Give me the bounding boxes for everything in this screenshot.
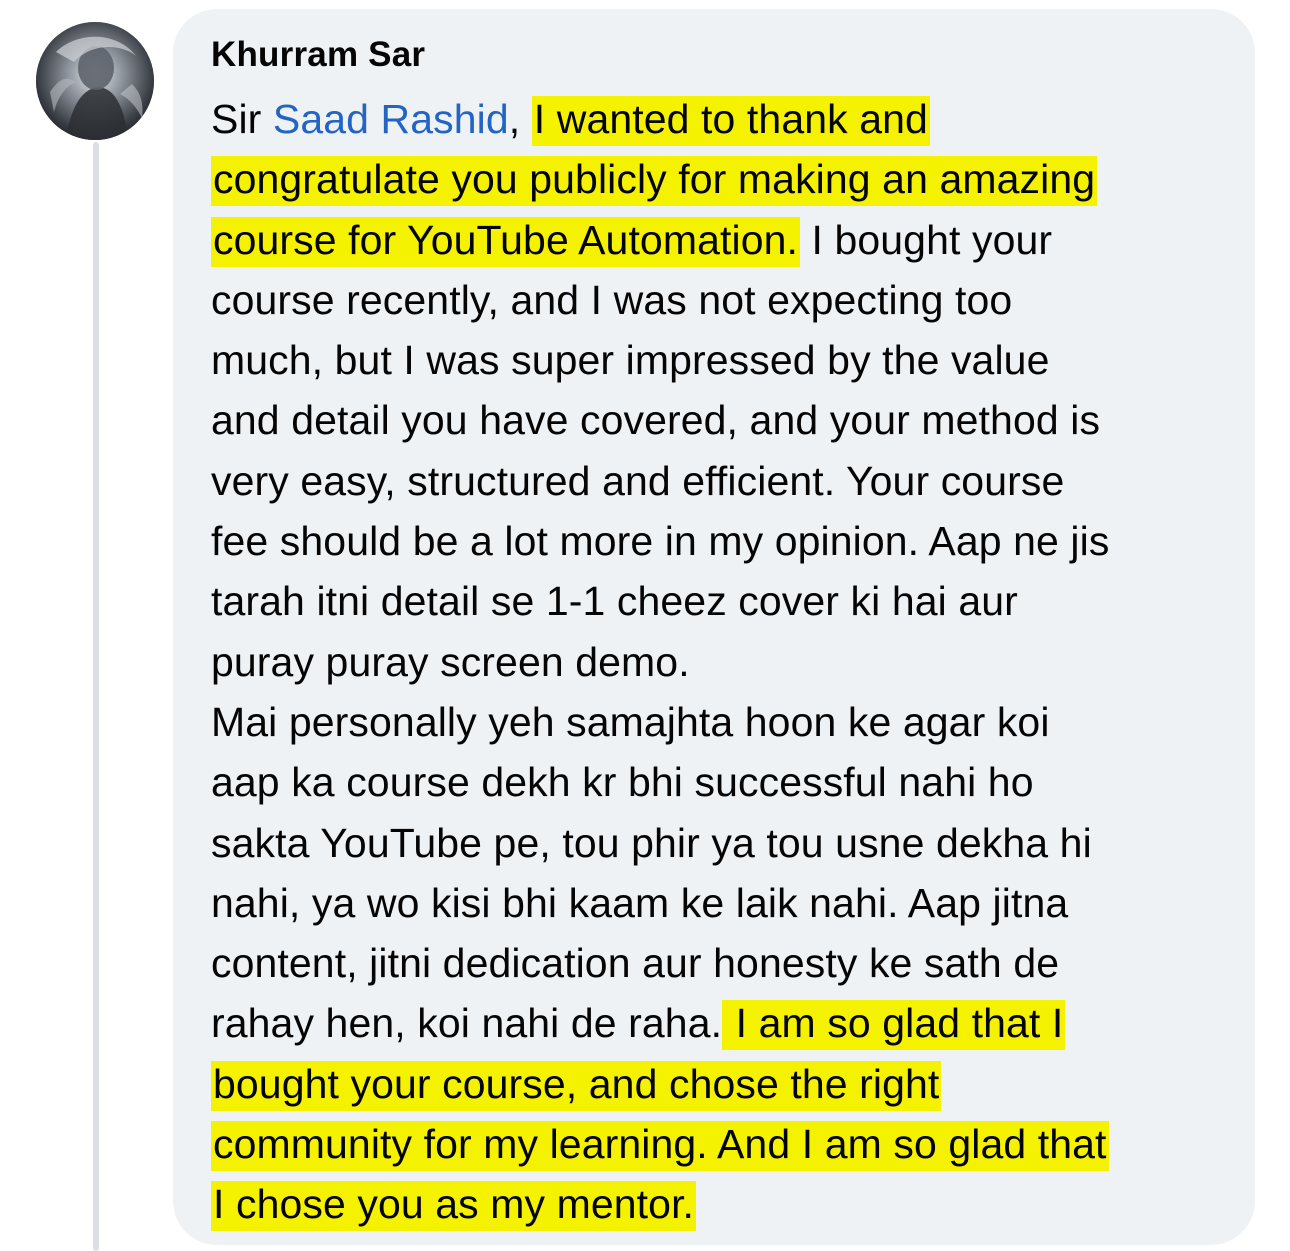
comment-text-segment: course recently, and I was not expecting… (211, 276, 1013, 323)
comment-line: community for my learning. And I am so g… (211, 1114, 1231, 1174)
comment-line: and detail you have covered, and your me… (211, 390, 1231, 450)
comment-line: fee should be a lot more in my opinion. … (211, 511, 1231, 571)
comment-line: congratulate you publicly for making an … (211, 149, 1231, 209)
comment-line: Mai personally yeh samajhta hoon ke agar… (211, 692, 1231, 752)
comment-line: rahay hen, koi nahi de raha. I am so gla… (211, 993, 1231, 1053)
comment-text-segment: and detail you have covered, and your me… (211, 397, 1101, 444)
comment-line: I chose you as my mentor. (211, 1174, 1231, 1234)
comment-author[interactable]: Khurram Sar (211, 33, 1231, 77)
comment-text-segment: puray puray screen demo. (211, 638, 690, 685)
comment-text-segment: sakta YouTube pe, tou phir ya tou usne d… (211, 819, 1092, 866)
comment-text-segment: fee should be a lot more in my opinion. … (211, 518, 1110, 565)
highlighted-text: community for my learning. And I am so g… (211, 1121, 1109, 1172)
comment-text-segment: Mai personally yeh samajhta hoon ke agar… (211, 698, 1050, 745)
comment-line: course for YouTube Automation. I bought … (211, 210, 1231, 270)
comment-text-segment: Sir (211, 96, 273, 142)
comment-line: aap ka course dekh kr bhi successful nah… (211, 752, 1231, 812)
highlighted-text: bought your course, and chose the right (211, 1060, 942, 1111)
comment-text-segment: rahay hen, koi nahi de raha. (211, 1000, 723, 1047)
comment-text-segment: I bought your (800, 216, 1053, 263)
comment-line: very easy, structured and efficient. You… (211, 451, 1231, 511)
comment-text-segment: aap ka course dekh kr bhi successful nah… (211, 759, 1034, 806)
highlighted-text: I am so glad that I (722, 1000, 1066, 1051)
comment-line: puray puray screen demo. (211, 632, 1231, 692)
comment-bubble: Khurram Sar Sir Saad Rashid, I wanted to… (173, 9, 1255, 1245)
comment-text-segment: nahi, ya wo kisi bhi kaam ke laik nahi. … (211, 879, 1069, 926)
comment-text: Sir Saad Rashid, I wanted to thank and co… (211, 89, 1231, 1235)
comment-text-segment: much, but I was super impressed by the v… (211, 337, 1050, 384)
highlighted-text: congratulate you publicly for making an … (211, 156, 1098, 207)
comment-line: Sir Saad Rashid, I wanted to thank and (211, 89, 1231, 149)
comment-line: content, jitni dedication aur honesty ke… (211, 933, 1231, 993)
comment-line: course recently, and I was not expecting… (211, 270, 1231, 330)
highlighted-text: course for YouTube Automation. (211, 216, 800, 267)
comment-text-segment: content, jitni dedication aur honesty ke… (211, 940, 1060, 987)
reply-thread-line (93, 142, 99, 1251)
highlighted-text: I wanted to thank and (531, 96, 930, 146)
comment-line: nahi, ya wo kisi bhi kaam ke laik nahi. … (211, 873, 1231, 933)
mention-link[interactable]: Saad Rashid (273, 96, 509, 142)
comment-line: bought your course, and chose the right (211, 1054, 1231, 1114)
avatar[interactable] (36, 22, 154, 140)
comment-line: sakta YouTube pe, tou phir ya tou usne d… (211, 813, 1231, 873)
comment-text-segment: very easy, structured and efficient. You… (211, 457, 1065, 504)
comment-text-segment: tarah itni detail se 1-1 cheez cover ki … (211, 578, 1018, 625)
comment-line: tarah itni detail se 1-1 cheez cover ki … (211, 571, 1231, 631)
comment-text-segment: , (508, 96, 532, 142)
highlighted-text: I chose you as my mentor. (211, 1181, 697, 1232)
avatar-image (36, 22, 154, 140)
comment-line: much, but I was super impressed by the v… (211, 330, 1231, 390)
